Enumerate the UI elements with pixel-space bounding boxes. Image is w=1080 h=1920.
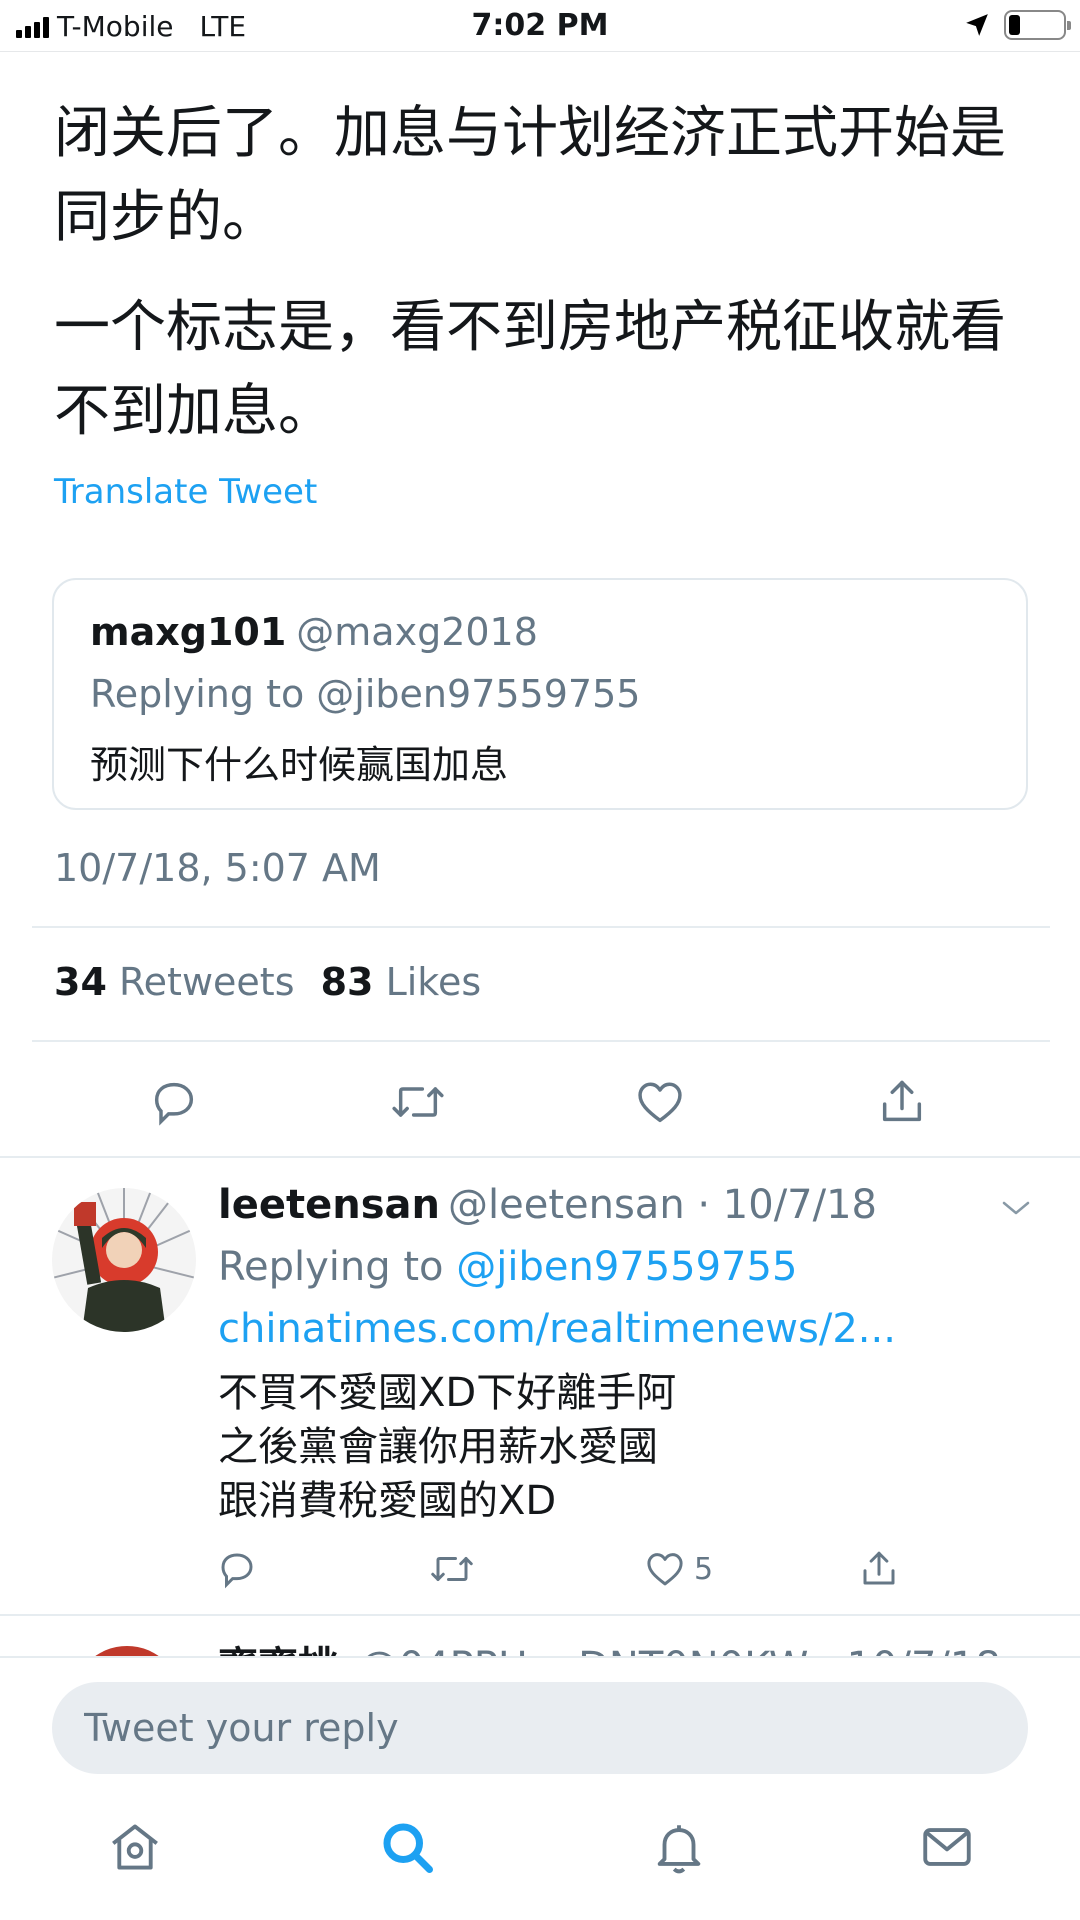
quoted-tweet[interactable]: maxg101 @maxg2018 Replying to @jiben97559…: [52, 578, 1028, 810]
quoted-replying-to: Replying to @jiben97559755: [90, 672, 641, 716]
reply-text-line: 之後黨會讓你用薪水愛國: [218, 1424, 658, 1470]
likes-label: Likes: [385, 960, 482, 1004]
quoted-tweet-text: 预测下什么时候赢国加息: [90, 743, 509, 787]
retweet-icon: [392, 1087, 444, 1117]
search-icon: [383, 1823, 433, 1873]
tab-home[interactable]: [100, 1812, 170, 1882]
reply-icon: [154, 1082, 194, 1126]
divider: [32, 926, 1050, 928]
next-reply-header: 齊齊桃 @04PPH... DNT0N0KW · 10/7/18: [218, 1634, 1001, 1656]
retweets-count: 34: [54, 960, 107, 1004]
share-icon: [863, 1551, 895, 1585]
next-reply-meta: @04PPH... DNT0N0KW · 10/7/18: [359, 1644, 1001, 1656]
share-icon: [882, 1080, 922, 1122]
likes-stat[interactable]: 83 Likes: [321, 960, 482, 1004]
tweet-timestamp: 10/7/18, 5:07 AM: [54, 846, 381, 890]
messages-icon: [923, 1828, 971, 1866]
share-button[interactable]: [872, 1072, 932, 1132]
home-icon: [112, 1824, 158, 1870]
tweet-action-bar: [0, 1072, 1080, 1132]
reply-author-name[interactable]: leetensan: [218, 1182, 440, 1228]
tweet-text-paragraph: 闭关后了。加息与计划经济正式开始是同步的。: [54, 101, 1006, 250]
reply-retweet-button[interactable]: [428, 1544, 476, 1594]
next-reply-author-name: 齊齊桃: [218, 1644, 338, 1656]
reply-like-button[interactable]: 5: [644, 1544, 713, 1594]
reply-link[interactable]: chinatimes.com/realtimenews/2...: [218, 1306, 896, 1352]
reply-icon: [221, 1553, 253, 1589]
reply-reply-button[interactable]: [216, 1544, 258, 1594]
reply-input[interactable]: [52, 1682, 1028, 1774]
like-icon: [638, 1082, 682, 1123]
reply-text-line: 跟消費稅愛國的XD: [218, 1478, 557, 1524]
avatar: [72, 1646, 182, 1656]
tweet-text-paragraph: 一个标志是，看不到房地产税征收就看不到加息。: [54, 295, 1006, 444]
avatar[interactable]: [52, 1188, 196, 1332]
replying-to-label: Replying to: [218, 1244, 444, 1290]
reply-action-bar: 5: [0, 1544, 1080, 1594]
translate-tweet-link[interactable]: Translate Tweet: [54, 472, 317, 512]
reply-share-button[interactable]: [858, 1544, 900, 1594]
divider: [0, 1156, 1080, 1158]
clock: 7:02 PM: [471, 8, 609, 43]
status-right: [964, 10, 1071, 40]
quoted-author-name: maxg101: [90, 610, 287, 654]
location-arrow-icon: [966, 14, 988, 36]
reply-like-count: 5: [694, 1551, 714, 1587]
reply-text-line: 不買不愛國XD下好離手阿: [218, 1370, 677, 1416]
quoted-author-handle: @maxg2018: [296, 610, 538, 654]
tweet-stats: 34 Retweets 83 Likes: [54, 960, 481, 1004]
replying-to-mention[interactable]: @jiben97559755: [456, 1244, 797, 1290]
tab-bar: [0, 1802, 1080, 1920]
status-bar: T-Mobile LTE 7:02 PM: [0, 0, 1080, 52]
battery-level: [1009, 15, 1020, 35]
divider: [32, 1040, 1050, 1042]
reply-meta: @leetensan · 10/7/18: [447, 1182, 878, 1228]
chevron-down-icon[interactable]: [998, 1196, 1034, 1220]
reply-replying-to: Replying to @jiben97559755: [218, 1244, 797, 1290]
reply-button[interactable]: [144, 1072, 204, 1132]
tab-messages[interactable]: [912, 1812, 982, 1882]
reply-composer: [0, 1656, 1080, 1920]
like-button[interactable]: [630, 1072, 690, 1132]
battery-icon: [1004, 10, 1071, 40]
tab-notifications[interactable]: [644, 1812, 714, 1882]
retweets-stat[interactable]: 34 Retweets: [54, 960, 295, 1004]
like-icon: [647, 1553, 683, 1586]
likes-count: 83: [320, 960, 374, 1004]
retweets-label: Retweets: [118, 960, 295, 1004]
avatar-illustration: [52, 1188, 196, 1332]
retweet-icon: [431, 1557, 473, 1581]
reply-header: leetensan @leetensan · 10/7/18: [218, 1182, 877, 1228]
retweet-button[interactable]: [388, 1072, 448, 1132]
quoted-tweet-header: maxg101 @maxg2018: [90, 610, 538, 654]
next-reply-peek[interactable]: 齊齊桃 @04PPH... DNT0N0KW · 10/7/18: [0, 1616, 1080, 1656]
tab-search[interactable]: [372, 1812, 442, 1882]
notifications-icon: [657, 1825, 701, 1874]
